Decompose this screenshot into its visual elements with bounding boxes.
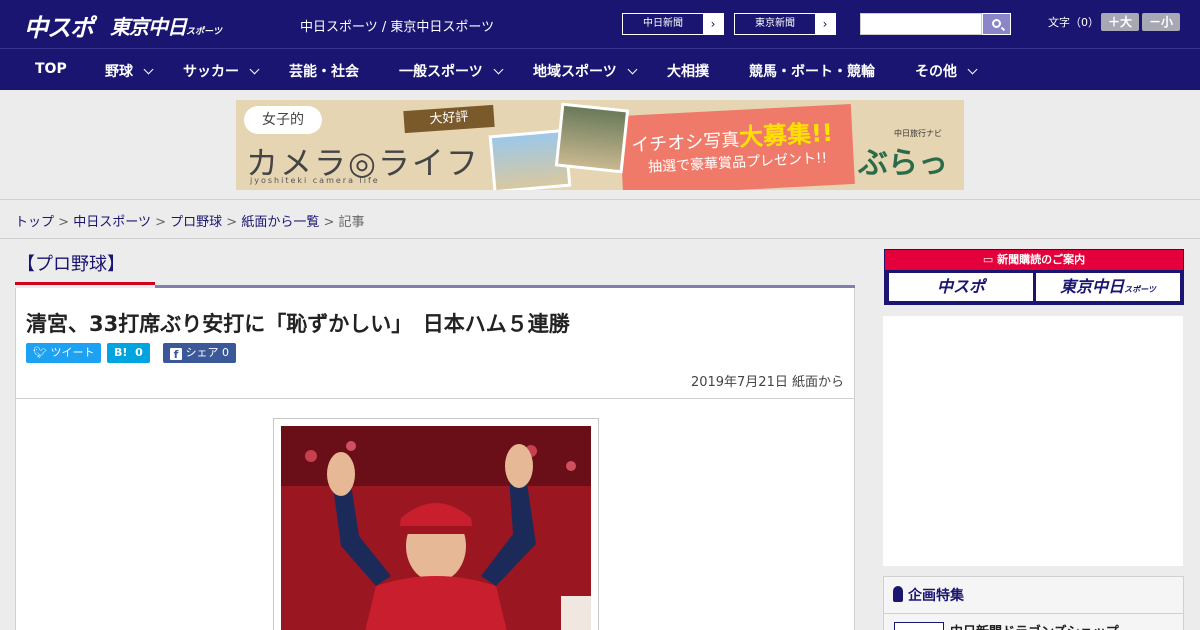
nav-item-local-sports-label: 地域スポーツ	[533, 64, 617, 80]
tokyo-chunichi-logo[interactable]: 東京中日スポーツ	[110, 11, 222, 40]
banner-subtitle: jyoshiteki camera life	[250, 176, 380, 185]
nav-item-general-sports-label: 一般スポーツ	[399, 64, 483, 80]
breadcrumb-top[interactable]: トップ	[15, 215, 54, 230]
facebook-share-button[interactable]: f シェア 0	[163, 343, 236, 363]
nav-item-other-label: その他	[915, 64, 957, 80]
banner-photo-2	[554, 102, 630, 174]
breadcrumb-separator: >	[323, 215, 335, 230]
article-category: 【プロ野球】	[15, 249, 155, 285]
nav-item-racing-label: 競馬・ボート・競輪	[749, 64, 875, 80]
search-icon	[992, 19, 1001, 28]
ticket-icon: ▭	[982, 253, 994, 266]
breadcrumb-separator: >	[58, 215, 70, 230]
hatena-bookmark-button[interactable]: B! 0	[107, 343, 150, 363]
chevron-down-icon	[249, 64, 260, 75]
banner-brand: ぶらっ人	[858, 146, 948, 181]
article-photo[interactable]	[273, 418, 599, 630]
ribbon-icon	[893, 586, 903, 602]
sidebar-ad-slot	[883, 316, 1183, 566]
tokyo-shimbun-label: 東京新聞	[755, 18, 795, 29]
dragons-shop-thumbnail[interactable]	[894, 622, 944, 630]
tokyo-shimbun-link[interactable]: 東京新聞 ›	[734, 13, 836, 35]
nav-item-other[interactable]: その他	[915, 61, 978, 81]
facebook-share-label: シェア	[185, 346, 219, 359]
chuspo-logo[interactable]: 中スポ	[24, 8, 94, 43]
nav-item-entertainment-label: 芸能・社会	[289, 64, 359, 80]
tweet-button[interactable]: 🐦︎ ツイート	[26, 343, 102, 363]
nav-item-top-label: TOP	[35, 61, 67, 77]
nav-item-top[interactable]: TOP	[35, 61, 67, 77]
chevron-right-icon: ›	[815, 14, 835, 34]
main-nav: TOP 野球 サッカー 芸能・社会 一般スポーツ 地域スポーツ 大相撲 競馬・ボ…	[0, 48, 1200, 90]
hatena-label: B!	[114, 346, 128, 359]
nav-item-sumo[interactable]: 大相撲	[667, 61, 709, 81]
search-button[interactable]	[982, 13, 1011, 35]
top-header: 中スポ 東京中日スポーツ 中日スポーツ / 東京中日スポーツ 中日新聞 › 東京…	[0, 0, 1200, 48]
tokyo-chunichi-logo-text: 東京中日	[110, 15, 187, 39]
subscribe-tokyo-chunichi-small: スポーツ	[1124, 285, 1156, 294]
article-source: 紙面から	[791, 375, 844, 390]
subscription-box: ▭ 新聞購読のご案内 中スポ 東京中日スポーツ	[884, 249, 1184, 305]
subscription-title: ▭ 新聞購読のご案内	[885, 250, 1183, 270]
article-photo-image	[281, 426, 591, 630]
feature-box: 企画特集 中日新聞ドラゴンズショップ	[883, 576, 1184, 630]
article-body	[15, 399, 855, 630]
chevron-right-icon: ›	[703, 14, 723, 34]
chevron-down-icon	[143, 64, 154, 75]
nav-item-soccer[interactable]: サッカー	[183, 61, 260, 81]
banner-badge: 大好評	[403, 104, 495, 134]
player-photo-illustration	[281, 426, 591, 630]
breadcrumb-current: 記事	[338, 215, 365, 230]
feature-title-text: 企画特集	[908, 588, 964, 604]
font-increase-button[interactable]: ＋大	[1101, 13, 1139, 31]
font-decrease-button[interactable]: －小	[1142, 13, 1180, 31]
article-dateline: 2019年7月21日 紙面から	[691, 371, 844, 390]
subscribe-tokyo-chunichi-label: 東京中日	[1060, 277, 1125, 296]
tweet-label: ツイート	[50, 346, 95, 359]
nav-item-entertainment[interactable]: 芸能・社会	[289, 61, 359, 81]
nav-item-soccer-label: サッカー	[183, 64, 239, 80]
chevron-down-icon	[967, 64, 978, 75]
breadcrumb-separator: >	[155, 215, 166, 230]
breadcrumb: トップ > 中日スポーツ > プロ野球 > 紙面から一覧 > 記事	[15, 211, 365, 230]
subscribe-chuspo-button[interactable]: 中スポ	[889, 273, 1033, 301]
facebook-icon: f	[170, 348, 182, 361]
breadcrumb-separator: >	[226, 215, 238, 230]
breadcrumb-pro-baseball[interactable]: プロ野球	[170, 215, 222, 230]
nav-item-sumo-label: 大相撲	[667, 64, 709, 80]
banner-tag: 女子的	[244, 106, 322, 134]
chevron-down-icon	[627, 64, 638, 75]
breadcrumb-paper-list[interactable]: 紙面から一覧	[241, 215, 319, 230]
breadcrumb-bar: トップ > 中日スポーツ > プロ野球 > 紙面から一覧 > 記事	[0, 199, 1200, 239]
nav-item-general-sports[interactable]: 一般スポーツ	[399, 61, 504, 81]
twitter-icon: 🐦︎	[33, 346, 47, 359]
feature-title: 企画特集	[893, 585, 964, 605]
chunichi-shimbun-link[interactable]: 中日新聞 ›	[622, 13, 724, 35]
camera-life-banner-ad[interactable]: 女子的 カメラ◎ライフ jyoshiteki camera life 大好評 イ…	[236, 100, 964, 190]
feature-divider	[884, 613, 1183, 614]
article-header: 清宮、33打席ぶり安打に「恥ずかしい」 日本ハム５連勝 🐦︎ ツイート B! 0…	[15, 288, 855, 399]
subscription-title-text: 新聞購読のご案内	[997, 253, 1086, 266]
article-date: 2019年7月21日	[690, 375, 788, 390]
nav-item-baseball-label: 野球	[105, 64, 133, 80]
nav-item-racing[interactable]: 競馬・ボート・競輪	[749, 61, 875, 81]
search-input[interactable]	[860, 13, 982, 35]
dragons-shop-link[interactable]: 中日新聞ドラゴンズショップ	[950, 621, 1119, 630]
article-headline: 清宮、33打席ぶり安打に「恥ずかしい」 日本ハム５連勝	[26, 312, 570, 336]
breadcrumb-chunichi-sports[interactable]: 中日スポーツ	[73, 215, 151, 230]
site-title: 中日スポーツ / 東京中日スポーツ	[300, 20, 495, 35]
subscribe-tokyo-chunichi-button[interactable]: 東京中日スポーツ	[1036, 273, 1180, 301]
font-size-label: 文字（0）	[1048, 16, 1099, 29]
chunichi-shimbun-label: 中日新聞	[643, 18, 683, 29]
nav-item-baseball[interactable]: 野球	[105, 61, 154, 81]
chevron-down-icon	[493, 64, 504, 75]
tokyo-chunichi-logo-small: スポーツ	[186, 27, 222, 37]
facebook-share-count: 0	[222, 346, 229, 359]
nav-item-local-sports[interactable]: 地域スポーツ	[533, 61, 638, 81]
hatena-count: 0	[135, 346, 143, 359]
